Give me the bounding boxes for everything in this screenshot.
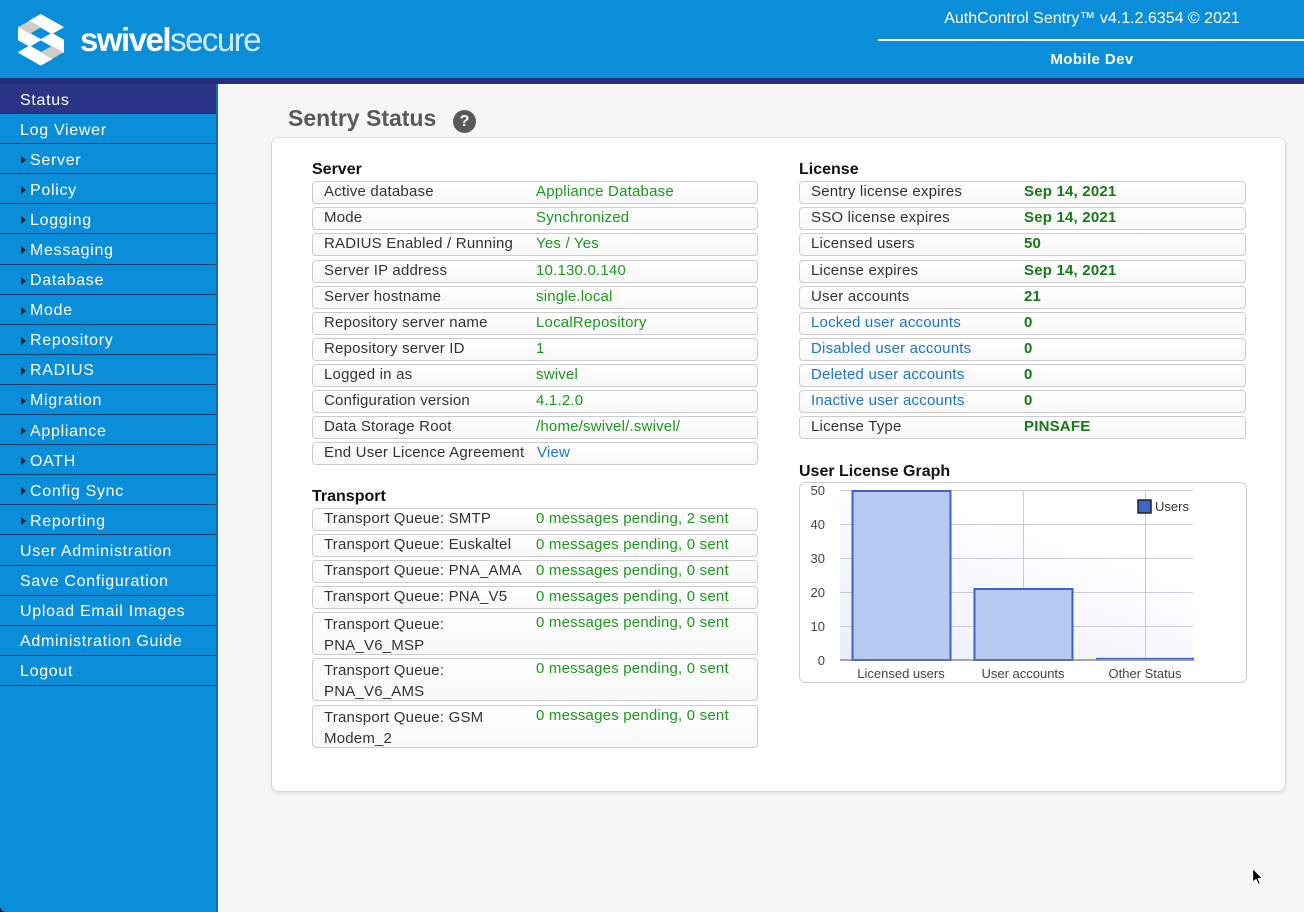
svg-text:20: 20 [811,585,825,600]
svg-text:0: 0 [818,653,825,668]
svg-text:50: 50 [811,483,825,498]
svg-text:Users: Users [1155,499,1189,514]
svg-text:Licensed users: Licensed users [857,666,945,681]
svg-text:40: 40 [811,517,825,532]
svg-text:30: 30 [811,551,825,566]
svg-text:Other Status: Other Status [1109,666,1182,681]
svg-text:10: 10 [811,619,825,634]
svg-text:User accounts: User accounts [981,666,1065,681]
